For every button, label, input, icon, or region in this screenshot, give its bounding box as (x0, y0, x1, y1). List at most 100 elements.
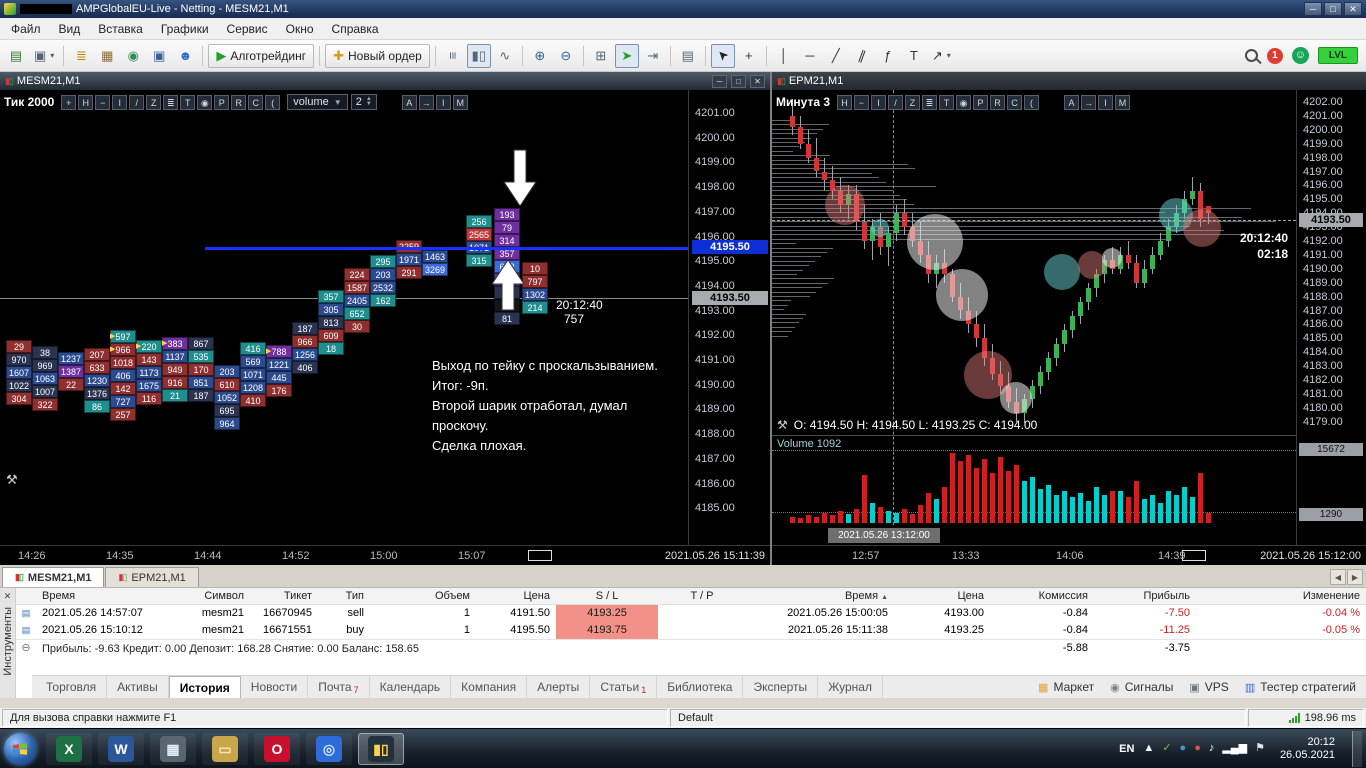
history-row[interactable]: ▤ 2021.05.26 15:10:12 mesm21 16671551 buy 1 41… (16, 622, 1366, 639)
right-chart-tool-button-3[interactable]: / (888, 94, 903, 110)
new-order-button[interactable]: ✚ Новый ордер (325, 43, 430, 68)
toolbox-tab-Эксперты[interactable]: Эксперты (743, 676, 819, 698)
column-header-change[interactable]: Изменение (1196, 588, 1366, 605)
column-header-commission[interactable]: Комиссия (990, 588, 1094, 605)
maximize-button[interactable]: □ (1324, 2, 1342, 16)
left-chart-tool-button-7[interactable]: T (180, 94, 196, 110)
tray-expand-icon[interactable]: ▲ (1143, 743, 1154, 754)
channel-button[interactable]: ∥ (850, 44, 874, 68)
cursor-button[interactable]: ➤ (710, 43, 735, 68)
market-watch-button[interactable]: ≣ (69, 44, 93, 68)
zoom-in-button[interactable]: ⊕ (528, 44, 552, 68)
crosshair-button[interactable]: + (737, 44, 761, 68)
chart-tab-mesm21[interactable]: ▮▯ MESM21,M1 (2, 567, 105, 587)
column-header-profit[interactable]: Прибыль (1094, 588, 1196, 605)
column-header-symbol[interactable]: Символ (154, 588, 250, 605)
left-chart-tool-button-2[interactable]: − (95, 94, 111, 110)
history-row[interactable]: ▤ 2021.05.26 14:57:07 mesm21 16670945 sell 1 4… (16, 605, 1366, 622)
data-window-button[interactable]: ▦ (95, 44, 119, 68)
right-chart-tool-button-6[interactable]: T (939, 94, 954, 110)
left-chart-mode-button-3[interactable]: M (452, 94, 468, 110)
scroll-tabs-left-button[interactable]: ◀ (1330, 569, 1346, 585)
column-header-volume[interactable]: Объем (370, 588, 476, 605)
fibonacci-button[interactable]: ƒ (876, 44, 900, 68)
bars-mode-button[interactable]: ≡ (441, 44, 465, 68)
right-chart-mode-button-2[interactable]: I (1098, 94, 1113, 110)
menu-item-Вставка[interactable]: Вставка (89, 19, 152, 39)
left-chart-tool-button-0[interactable]: + (61, 94, 77, 110)
axis-scroll-box[interactable] (1182, 550, 1206, 561)
column-header-type[interactable]: Тип (318, 588, 370, 605)
column-header-price2[interactable]: Цена (894, 588, 990, 605)
menu-item-Вид[interactable]: Вид (50, 19, 90, 39)
column-header-ticket[interactable]: Тикет (250, 588, 318, 605)
language-indicator[interactable]: EN (1119, 743, 1134, 755)
right-chart-tool-button-5[interactable]: ≣ (922, 94, 937, 110)
trendline-button[interactable]: ╱ (824, 44, 848, 68)
tile-windows-button[interactable]: ⊞ (589, 44, 613, 68)
volume-icon[interactable]: ♪ (1209, 743, 1215, 754)
auto-scroll-button[interactable]: ➤ (614, 43, 639, 68)
left-chart-mode-button-2[interactable]: I (435, 94, 451, 110)
toolbox-tab-Торговля[interactable]: Торговля (36, 676, 108, 698)
service-Маркет[interactable]: ▦ Маркет (1038, 680, 1094, 694)
chart-minimize-button[interactable]: ─ (712, 74, 727, 88)
notification-badge[interactable]: 1 (1266, 47, 1283, 64)
text-label-button[interactable]: T (902, 44, 926, 68)
quick-tools-icon[interactable]: ⚒ (6, 472, 18, 488)
left-chart-tool-button-8[interactable]: ◉ (197, 94, 213, 110)
status-connection[interactable]: 198.96 ms (1248, 709, 1364, 727)
taskbar-calculator[interactable]: ▦ (150, 732, 196, 765)
toolbox-tab-Библиотека[interactable]: Библиотека (657, 676, 744, 698)
time-axis[interactable]: 2021.05.26 15:11:39 14:26 14:35 14:44 14:52… (0, 545, 770, 565)
left-chart-tool-button-1[interactable]: H (78, 94, 94, 110)
cascade-windows-button[interactable]: ▤ (676, 44, 700, 68)
column-header-time2[interactable]: Время ▲ (746, 588, 894, 605)
new-chart-button[interactable]: ▤ (4, 44, 28, 68)
candle-chart-canvas[interactable]: Минута 3 H − I / Z ≣ T ◉ P R C( A → I M ⚒ O: 4194.50 … (772, 90, 1296, 545)
right-chart-mode-button-3[interactable]: M (1115, 94, 1130, 110)
line-mode-button[interactable]: ∿ (493, 44, 517, 68)
volume-spinner[interactable]: 2 ▲ ▼ (350, 94, 377, 110)
chart-tab-epm21[interactable]: ▮▯ EPM21,M1 (105, 567, 199, 587)
right-chart-tool-button-10[interactable]: C (1007, 94, 1022, 110)
navigator-button[interactable]: ◉ (121, 44, 145, 68)
time-axis[interactable]: 2021.05.26 15:12:00 12:57 13:33 14:06 14:39 (772, 545, 1366, 565)
community-icon[interactable]: ☺ (1291, 47, 1309, 64)
column-header-tp[interactable]: T / P (658, 588, 746, 605)
shapes-button[interactable]: ↗ ▾ (928, 44, 955, 68)
left-chart-mode-button-1[interactable]: → (418, 94, 434, 110)
chart-window-titlebar[interactable]: ▮▯ EPM21,M1 (772, 72, 1366, 90)
left-chart-tool-button-3[interactable]: I (112, 94, 128, 110)
right-chart-mode-button-0[interactable]: A (1064, 94, 1079, 110)
right-chart-tool-button-0[interactable]: H (837, 94, 852, 110)
right-chart-tool-button-9[interactable]: R (990, 94, 1005, 110)
status-profile[interactable]: Default (670, 709, 1246, 727)
toolbox-tab-Статьи[interactable]: Статьи 1 (590, 676, 658, 698)
left-chart-tool-button-12[interactable]: ( (265, 94, 281, 110)
right-chart-mode-button-1[interactable]: → (1081, 94, 1096, 110)
left-chart-tool-button-4[interactable]: / (129, 94, 145, 110)
menu-item-Файл[interactable]: Файл (2, 19, 50, 39)
chart-close-button[interactable]: ✕ (750, 74, 765, 88)
quick-tools-icon[interactable]: ⚒ (777, 418, 788, 432)
algo-trading-button[interactable]: ▶ Алготрейдинг (208, 43, 315, 68)
toolbox-tab-История[interactable]: История (168, 676, 241, 698)
menu-item-Графики[interactable]: Графики (152, 19, 218, 39)
right-chart-tool-button-2[interactable]: I (871, 94, 886, 110)
horizontal-line-button[interactable]: ─ (798, 44, 822, 68)
axis-scroll-box[interactable] (528, 550, 552, 561)
menu-item-Сервис[interactable]: Сервис (218, 19, 277, 39)
chart-profiles-button[interactable]: ▣ ▾ (30, 44, 58, 68)
chat-button[interactable]: ☻ (173, 44, 197, 68)
service-Тестер стратегий[interactable]: ▥ Тестер стратегий (1245, 680, 1356, 694)
left-chart-tool-button-6[interactable]: ≣ (163, 94, 179, 110)
vertical-line-button[interactable]: │ (772, 44, 796, 68)
column-header-time[interactable]: Время (36, 588, 154, 605)
service-VPS[interactable]: ▣ VPS (1189, 680, 1228, 694)
close-button[interactable]: ✕ (1344, 2, 1362, 16)
volume-mode-select[interactable]: volume ▼ (287, 94, 348, 110)
menu-item-Справка[interactable]: Справка (323, 19, 388, 39)
flag-icon[interactable]: ⚑ (1255, 743, 1265, 754)
right-chart-tool-button-7[interactable]: ◉ (956, 94, 971, 110)
